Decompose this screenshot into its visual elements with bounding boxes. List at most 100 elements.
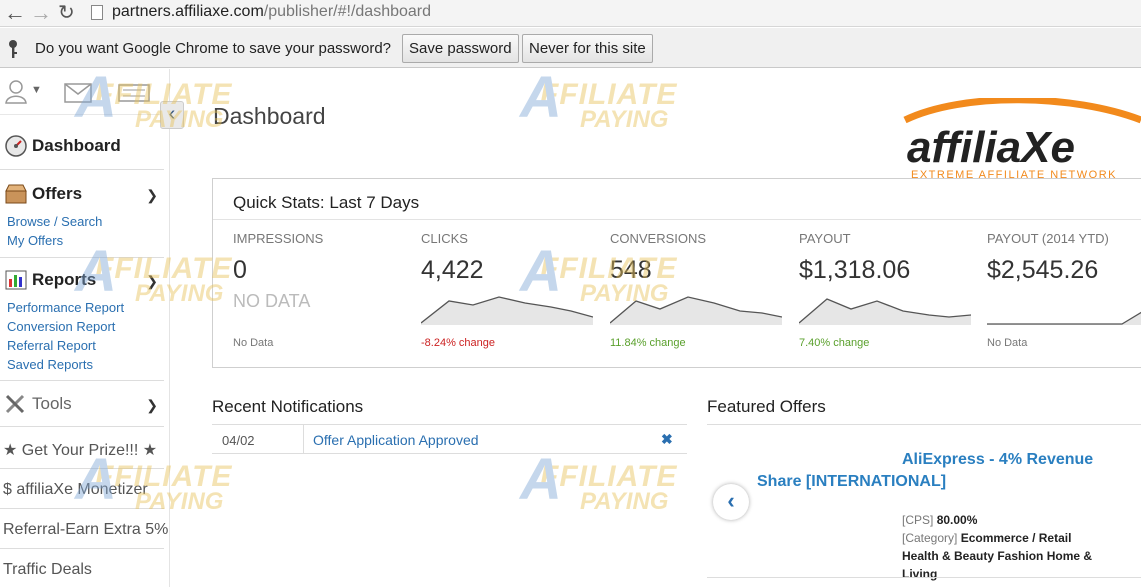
notifications-title: Recent Notifications: [212, 397, 364, 416]
stat-clicks: CLICKS 4,422 -8.24% change: [421, 231, 596, 349]
watermark-line2: PAYING: [580, 488, 669, 515]
nav-dashboard[interactable]: Dashboard: [0, 135, 164, 157]
divider: [303, 425, 304, 453]
watermark-line2: PAYING: [580, 106, 669, 133]
divider: [0, 169, 164, 170]
notification-row: 04/02 Offer Application Approved ✖: [212, 424, 687, 454]
carousel-prev-button[interactable]: ‹: [713, 484, 749, 520]
stat-change: -8.24% change: [421, 337, 495, 349]
quick-stats-panel: Quick Stats: Last 7 Days IMPRESSIONS 0 N…: [212, 178, 1141, 368]
url-path: /publisher/#!/dashboard: [263, 3, 432, 20]
stat-conversions: CONVERSIONS 548 11.84% change: [610, 231, 785, 349]
save-password-button[interactable]: Save password: [402, 34, 519, 63]
stat-change: No Data: [987, 337, 1028, 349]
stat-value: 4,422: [421, 256, 484, 284]
link-performance-report[interactable]: Performance Report: [0, 298, 124, 317]
stat-change: 7.40% change: [799, 337, 870, 349]
nav-reports[interactable]: Reports ❯: [0, 269, 164, 291]
nav-monetizer[interactable]: $ affiliaXe Monetizer: [3, 481, 148, 499]
stat-label: PAYOUT: [799, 231, 851, 246]
divider: [0, 380, 164, 381]
link-my-offers[interactable]: My Offers: [0, 231, 102, 250]
notification-date: 04/02: [222, 433, 255, 448]
url-field[interactable]: partners.affiliaxe.com/publisher/#!/dash…: [112, 3, 431, 21]
stat-label: IMPRESSIONS: [233, 231, 324, 246]
nav-tools-label: Tools: [32, 394, 72, 413]
watermark-letter: A: [520, 447, 562, 512]
sidebar-top: ▼: [0, 69, 169, 115]
key-icon: [9, 40, 17, 58]
logo-wordmark: affiliaXe: [907, 123, 1075, 172]
reload-icon[interactable]: ↻: [58, 1, 75, 25]
box-icon: [5, 184, 27, 204]
nav-reports-label: Reports: [32, 270, 97, 289]
star-icon: ★: [142, 442, 158, 459]
chevron-down-icon[interactable]: ❯: [146, 273, 158, 290]
nav-offers[interactable]: Offers ❯: [0, 183, 164, 205]
stat-value: $1,318.06: [799, 256, 911, 284]
cps-key: [CPS]: [902, 513, 934, 527]
never-for-site-button[interactable]: Never for this site: [522, 34, 653, 63]
user-icon[interactable]: [4, 79, 30, 105]
nav-prize-label: Get Your Prize!!!: [21, 442, 139, 459]
link-referral-report[interactable]: Referral Report: [0, 336, 124, 355]
divider: [0, 257, 164, 258]
nav-prize[interactable]: ★ Get Your Prize!!! ★: [3, 440, 157, 460]
chevron-down-icon[interactable]: ❯: [146, 187, 158, 204]
nav-referral[interactable]: Referral-Earn Extra 5%: [3, 521, 168, 539]
stat-value: $2,545.26: [987, 256, 1099, 284]
tools-icon: [5, 394, 25, 414]
reports-submenu: Performance Report Conversion Report Ref…: [0, 298, 124, 374]
watermark-line1: FFILIATE: [540, 460, 678, 493]
nav-tools[interactable]: Tools ❯: [0, 393, 164, 415]
star-icon: ★: [3, 442, 18, 459]
link-browse-search[interactable]: Browse / Search: [0, 212, 102, 231]
chevron-left-icon: ‹: [727, 488, 735, 513]
sparkline-payout: [799, 298, 971, 325]
divider: [0, 508, 164, 509]
quick-stats-title: Quick Stats: Last 7 Days: [233, 193, 420, 212]
divider: [213, 219, 1141, 220]
speedometer-icon: [5, 135, 27, 157]
stat-change: No Data: [233, 337, 274, 349]
category-key: [Category]: [902, 531, 958, 545]
url-host: partners.affiliaxe.com: [112, 3, 264, 20]
nav-traffic-deals[interactable]: Traffic Deals: [3, 561, 92, 579]
stat-payout-ytd: PAYOUT (2014 YTD) $2,545.26 No Data: [987, 231, 1141, 349]
stat-change: 11.84% change: [610, 337, 686, 349]
settings-icon[interactable]: [118, 84, 150, 102]
divider: [0, 468, 164, 469]
password-message: Do you want Google Chrome to save your p…: [35, 40, 392, 57]
address-bar: ← → ↻ partners.affiliaxe.com/publisher/#…: [0, 0, 1141, 27]
link-saved-reports[interactable]: Saved Reports: [0, 355, 124, 374]
sparkline-clicks: [421, 296, 593, 325]
stat-payout: PAYOUT $1,318.06 7.40% change: [799, 231, 974, 349]
notification-message[interactable]: Offer Application Approved: [313, 432, 479, 448]
featured-offer-name[interactable]: AliExpress - 4% Revenue: [902, 451, 1093, 469]
stat-label: CONVERSIONS: [610, 231, 707, 246]
featured-offers-title: Featured Offers: [707, 397, 826, 416]
divider: [707, 424, 1141, 425]
featured-offer-name-cont[interactable]: Share [INTERNATIONAL]: [757, 473, 946, 491]
back-arrow-icon[interactable]: ←: [4, 1, 26, 25]
chevron-down-icon[interactable]: ❯: [146, 397, 158, 414]
watermark-line1: FFILIATE: [540, 78, 678, 111]
close-icon[interactable]: ✖: [661, 431, 673, 448]
cps-value: 80.00%: [936, 513, 978, 527]
link-conversion-report[interactable]: Conversion Report: [0, 317, 124, 336]
sparkline-payout-ytd: [987, 311, 1141, 325]
mail-icon[interactable]: [64, 83, 92, 103]
watermark-letter: A: [520, 65, 562, 130]
divider: [0, 426, 164, 427]
user-chevron-icon[interactable]: ▼: [31, 84, 42, 96]
chevron-left-icon: ‹: [168, 103, 176, 125]
collapse-sidebar-button[interactable]: ‹: [160, 101, 184, 129]
stat-label: PAYOUT (2014 YTD): [987, 231, 1109, 246]
stat-no-data: NO DATA: [233, 291, 311, 311]
page-icon: [91, 5, 103, 20]
divider: [0, 548, 164, 549]
bar-chart-icon: [5, 270, 27, 290]
nav-dashboard-label: Dashboard: [32, 136, 121, 155]
forward-arrow-icon[interactable]: →: [30, 1, 52, 25]
watermark: A FFILIATE PAYING: [520, 65, 678, 134]
